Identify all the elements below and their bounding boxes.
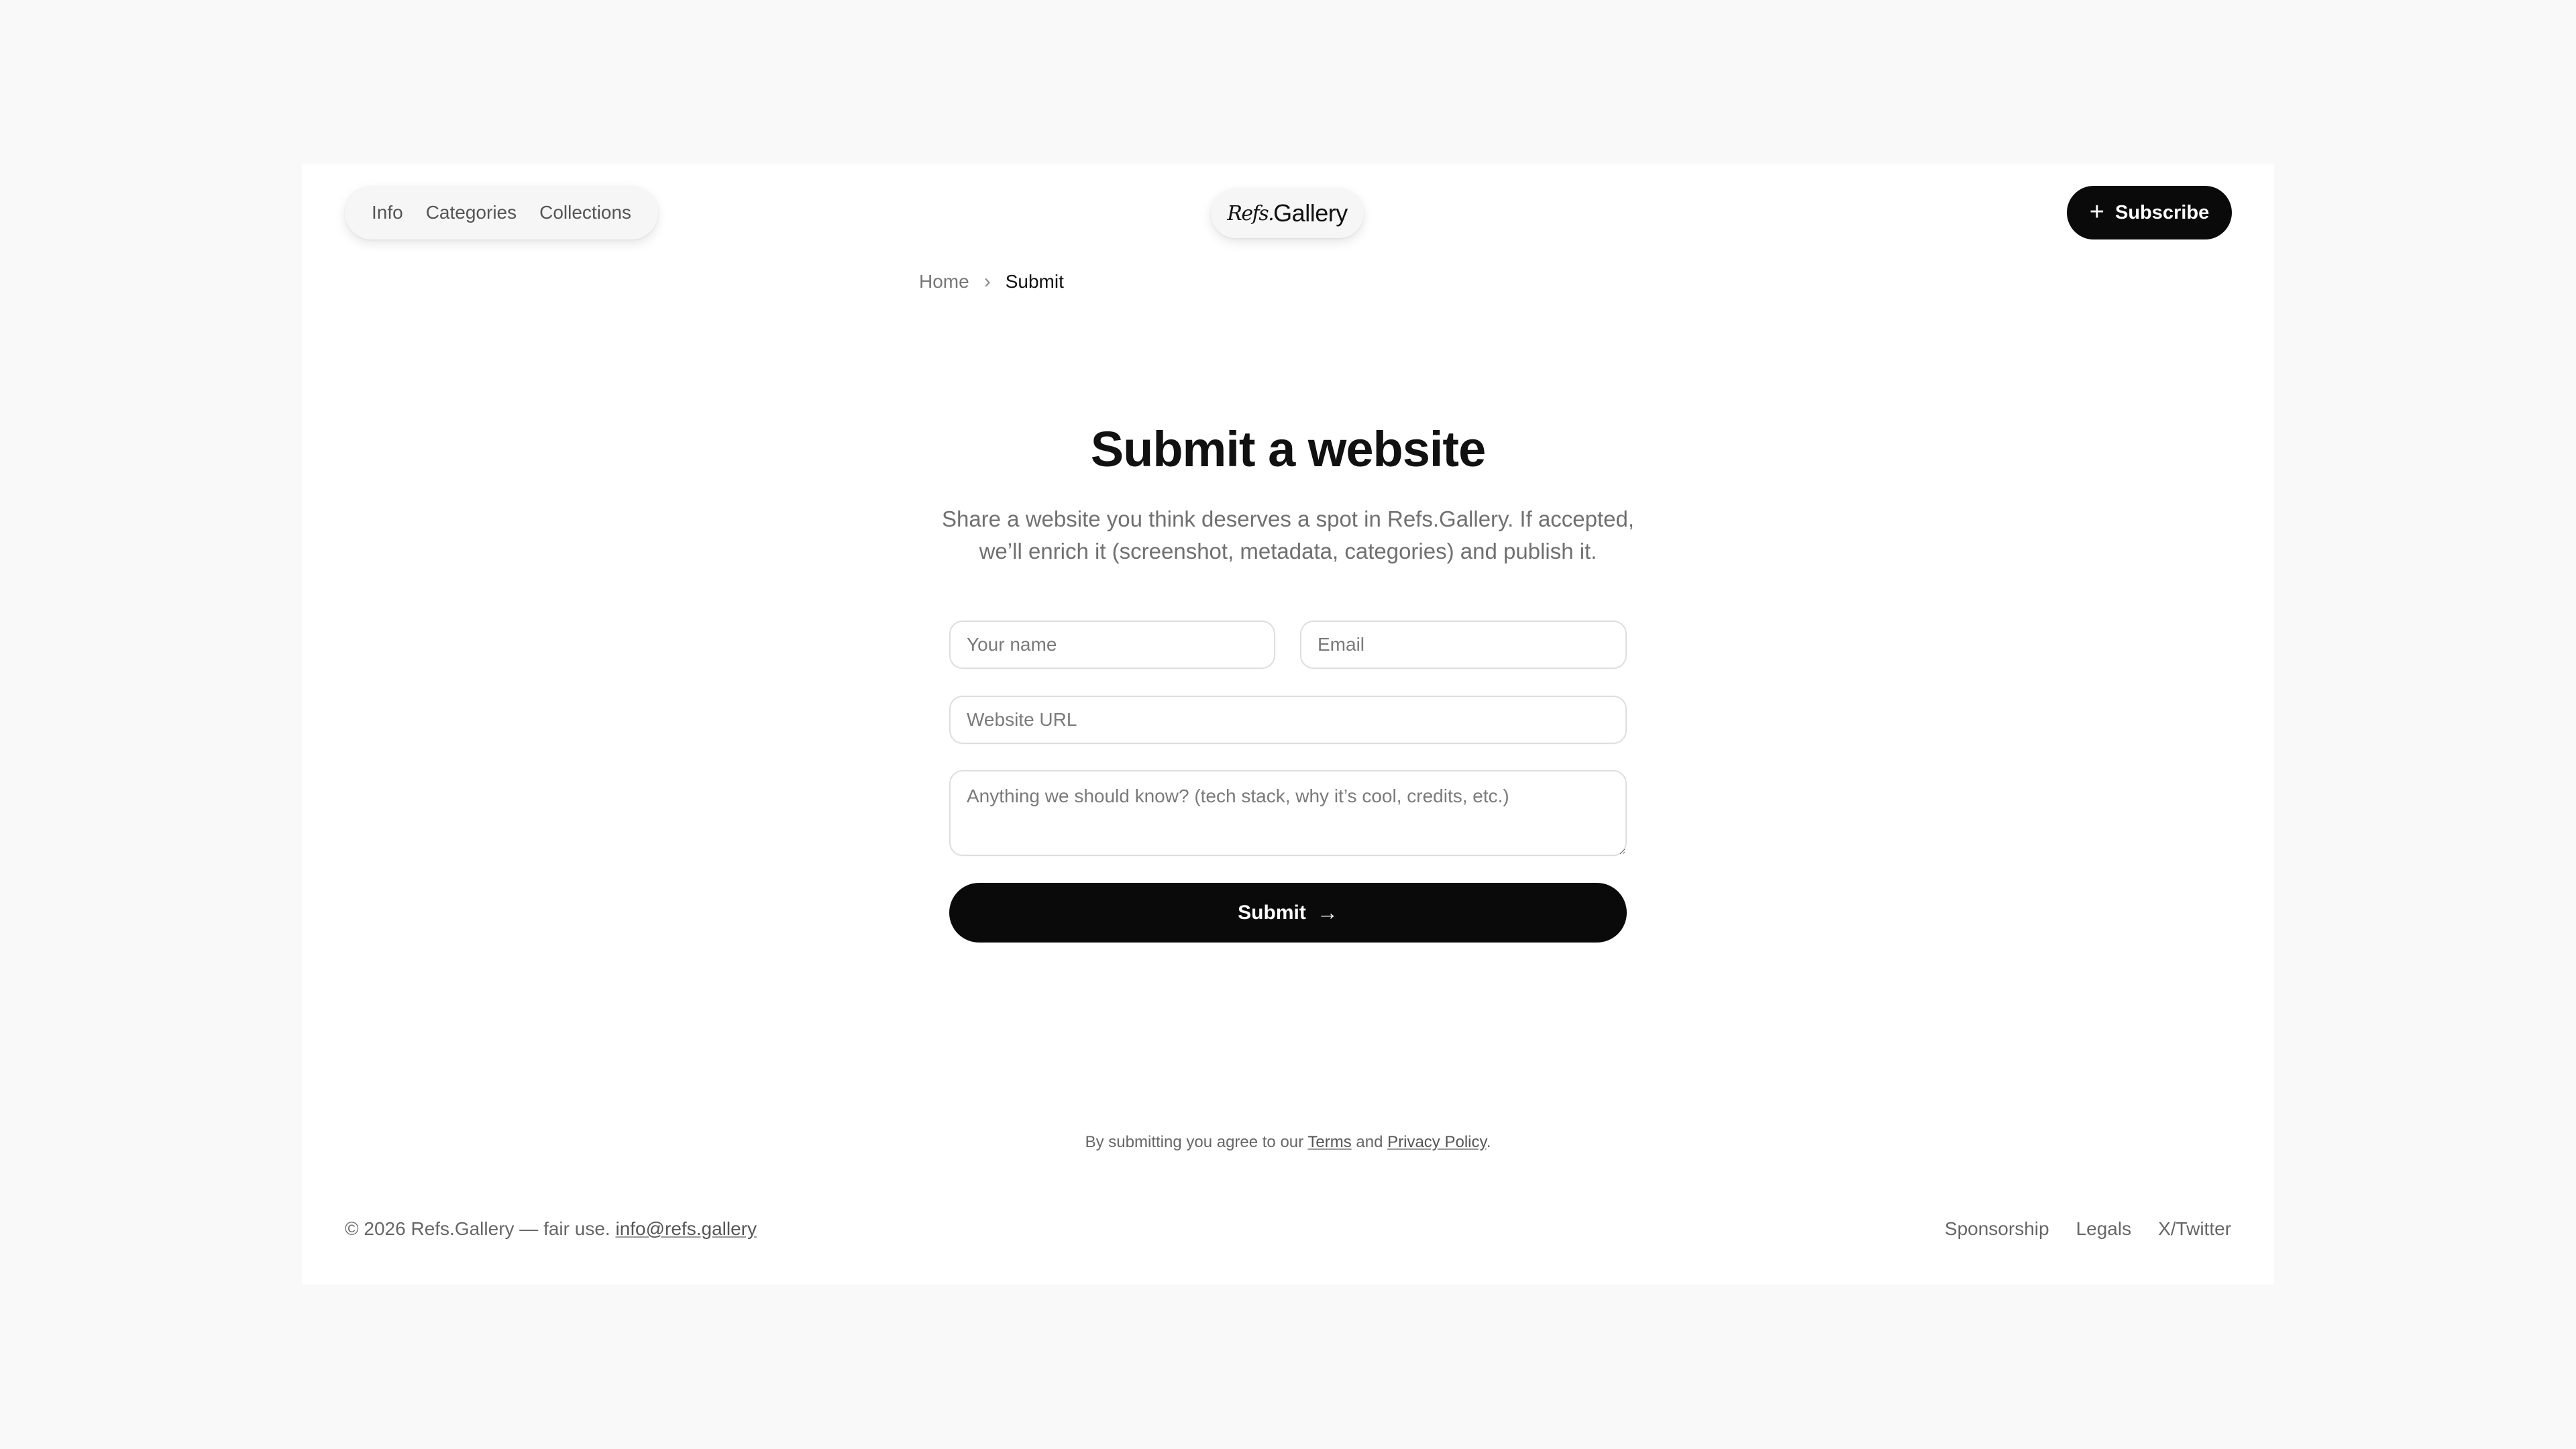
footer-twitter-link[interactable]: X/Twitter [2158,1218,2231,1240]
site-logo[interactable]: Refs. Gallery [1211,189,1364,238]
nav-info-link[interactable]: Info [372,202,403,223]
email-input[interactable] [1300,621,1627,669]
name-input[interactable] [949,621,1275,669]
submit-label: Submit [1238,901,1306,924]
logo-script: Refs. [1227,201,1274,225]
legal-suffix: . [1486,1133,1491,1151]
chevron-right-icon: › [983,270,991,292]
footer-links: Sponsorship Legals X/Twitter [1945,1218,2231,1240]
breadcrumb-home-link[interactable]: Home [919,271,969,292]
subscribe-label: Subscribe [2114,201,2210,223]
plus-icon: + [2089,197,2104,226]
privacy-policy-link[interactable]: Privacy Policy [1387,1133,1487,1151]
terms-link[interactable]: Terms [1307,1133,1351,1151]
copyright-text: © 2026 Refs.Gallery — fair use. [345,1218,610,1239]
website-url-input[interactable] [949,696,1627,744]
breadcrumb: Home › Submit [919,270,1064,293]
contact-email-link[interactable]: info@refs.gallery [615,1218,757,1239]
subscribe-button[interactable]: + Subscribe [2067,186,2232,239]
page-subtitle: Share a website you think deserves a spo… [941,506,1635,564]
footer-copyright: © 2026 Refs.Gallery — fair use. info@ref… [345,1218,757,1240]
notes-textarea[interactable] [949,770,1627,856]
footer-sponsorship-link[interactable]: Sponsorship [1945,1218,2049,1240]
page-panel: Info Categories Collections Refs. Gallery… [302,164,2274,1285]
page-title: Submit a website [1090,421,1486,477]
legal-notice: By submitting you agree to our Terms and… [302,1133,2274,1152]
footer-legals-link[interactable]: Legals [2076,1218,2132,1240]
arrow-right-icon: → [1316,900,1338,924]
submit-button[interactable]: Submit → [949,883,1627,943]
legal-prefix: By submitting you agree to our [1085,1133,1308,1151]
logo-wordmark: Gallery [1273,199,1348,227]
nav-collections-link[interactable]: Collections [539,202,631,223]
breadcrumb-current: Submit [1005,271,1064,292]
legal-and: and [1351,1133,1388,1151]
nav-categories-link[interactable]: Categories [426,202,517,223]
main-nav: Info Categories Collections [345,186,659,239]
